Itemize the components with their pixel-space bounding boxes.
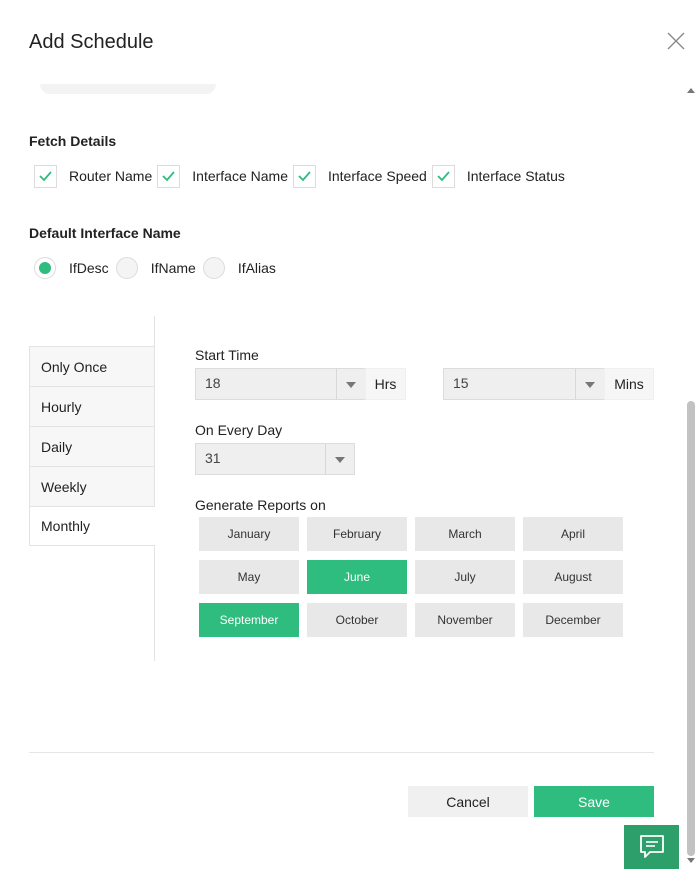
close-button[interactable] (666, 31, 686, 51)
chevron-down-icon[interactable] (585, 382, 595, 388)
chat-button[interactable] (624, 825, 679, 869)
tab-weekly[interactable]: Weekly (29, 466, 155, 506)
select-separator (575, 369, 576, 399)
month-march[interactable]: March (415, 517, 515, 551)
ifname-radio[interactable] (115, 257, 138, 279)
ifalias-radio-item[interactable]: IfAlias (202, 257, 276, 279)
month-june[interactable]: June (307, 560, 407, 594)
interface-speed-checkbox-item[interactable]: Interface Speed (292, 164, 427, 188)
month-april[interactable]: April (523, 517, 623, 551)
chat-icon (639, 835, 664, 858)
check-icon (298, 171, 311, 181)
cancel-button[interactable]: Cancel (408, 786, 528, 817)
interface-status-checkbox-item[interactable]: Interface Status (431, 164, 565, 188)
frequency-tabs: Only Once Hourly Daily Weekly Monthly (29, 346, 155, 546)
month-december[interactable]: December (523, 603, 623, 637)
default-interface-options: IfDesc IfName IfAlias (34, 257, 283, 279)
interface-speed-label: Interface Speed (327, 168, 427, 184)
interface-speed-checkbox[interactable] (292, 164, 316, 188)
start-hours-value: 18 (205, 375, 221, 391)
start-hours-select[interactable]: 18 (195, 368, 366, 400)
default-interface-label: Default Interface Name (29, 225, 181, 241)
fetch-details-label: Fetch Details (29, 133, 117, 149)
month-october[interactable]: October (307, 603, 407, 637)
scroll-thumb[interactable] (687, 401, 695, 856)
month-august[interactable]: August (523, 560, 623, 594)
month-july[interactable]: July (415, 560, 515, 594)
check-icon (162, 171, 175, 181)
every-day-select[interactable]: 31 (195, 443, 355, 475)
interface-name-label: Interface Name (192, 168, 288, 184)
tab-hourly[interactable]: Hourly (29, 386, 155, 426)
chevron-down-icon[interactable] (335, 457, 345, 463)
month-january[interactable]: January (199, 517, 299, 551)
start-time-label: Start Time (195, 347, 259, 363)
select-separator (325, 444, 326, 474)
every-day-value: 31 (205, 450, 221, 466)
footer-divider (29, 752, 654, 753)
ifdesc-label: IfDesc (69, 260, 109, 276)
interface-name-checkbox-item[interactable]: Interface Name (157, 164, 288, 188)
dialog-title: Add Schedule (29, 31, 154, 53)
ifdesc-radio[interactable] (34, 257, 56, 279)
check-icon (39, 171, 52, 181)
month-may[interactable]: May (199, 560, 299, 594)
start-mins-select[interactable]: 15 (443, 368, 605, 400)
interface-status-label: Interface Status (466, 168, 565, 184)
interface-status-checkbox[interactable] (431, 164, 455, 188)
tab-monthly[interactable]: Monthly (29, 506, 155, 546)
save-button[interactable]: Save (534, 786, 654, 817)
router-name-checkbox-item[interactable]: Router Name (34, 164, 153, 188)
tab-only-once[interactable]: Only Once (29, 346, 155, 386)
hours-unit: Hrs (365, 368, 406, 400)
every-day-label: On Every Day (195, 422, 283, 438)
fetch-details-options: Router Name Interface Name Interface Spe… (34, 164, 570, 188)
ifalias-radio[interactable] (202, 257, 225, 279)
month-november[interactable]: November (415, 603, 515, 637)
month-february[interactable]: February (307, 517, 407, 551)
chevron-down-icon[interactable] (346, 382, 356, 388)
ifname-label: IfName (150, 260, 196, 276)
ifalias-label: IfAlias (237, 260, 276, 276)
scrollbar[interactable] (685, 88, 697, 868)
month-september[interactable]: September (199, 603, 299, 637)
mins-unit: Mins (604, 368, 654, 400)
select-separator (336, 369, 337, 399)
close-icon[interactable] (666, 31, 686, 51)
ifdesc-radio-item[interactable]: IfDesc (34, 257, 109, 279)
ifname-radio-item[interactable]: IfName (115, 257, 196, 279)
router-name-checkbox[interactable] (34, 164, 57, 188)
scrolled-field-remnant (40, 84, 216, 94)
scroll-down-arrow[interactable] (687, 858, 695, 863)
router-name-label: Router Name (69, 168, 153, 184)
interface-name-checkbox[interactable] (157, 164, 181, 188)
start-mins-value: 15 (453, 375, 469, 391)
radio-selected-dot (39, 262, 51, 274)
generate-reports-label: Generate Reports on (195, 497, 326, 513)
month-grid: January February March April May June Ju… (199, 517, 629, 637)
check-icon (437, 171, 450, 181)
tab-daily[interactable]: Daily (29, 426, 155, 466)
scroll-up-arrow[interactable] (687, 88, 695, 93)
